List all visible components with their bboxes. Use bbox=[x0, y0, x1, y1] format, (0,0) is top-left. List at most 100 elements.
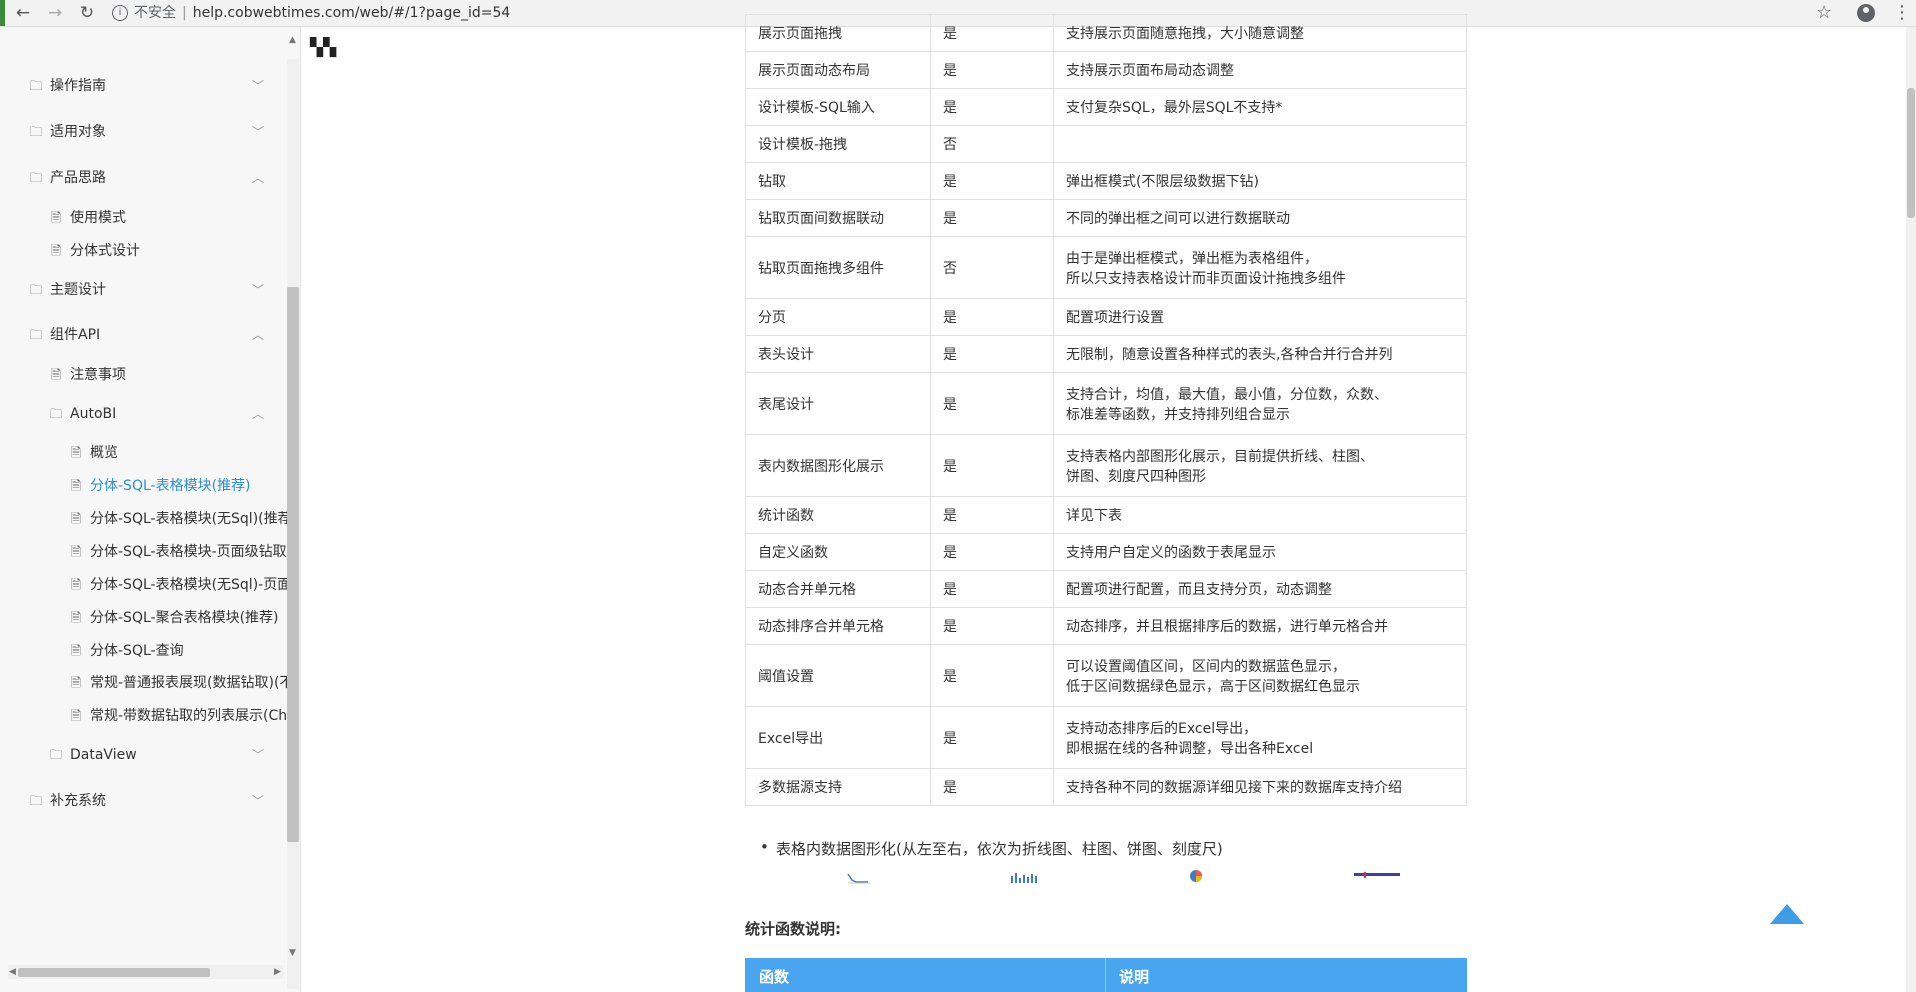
cell-text: 是 bbox=[943, 582, 957, 598]
sidebar-item[interactable]: 🗀 补充系统 bbox=[28, 786, 106, 816]
sidebar-scroll-thumb[interactable] bbox=[287, 287, 299, 842]
table-cell-note bbox=[1053, 125, 1467, 163]
table-cell-feature: 钻取页面间数据联动 bbox=[745, 199, 931, 237]
cell-text: 钻取页面间数据联动 bbox=[758, 211, 884, 227]
sidebar-item[interactable]: 🗀 主题设计 bbox=[28, 275, 106, 305]
cell-text: 展示页面拖拽 bbox=[758, 26, 842, 42]
table-cell-feature: 分页 bbox=[745, 298, 931, 336]
page-scroll-thumb[interactable] bbox=[1907, 88, 1915, 218]
chevron-down-icon[interactable]: ﹀ bbox=[252, 71, 264, 101]
url-text[interactable]: help.cobwebtimes.com/web/#/1?page_id=54 bbox=[193, 5, 511, 21]
sidebar-item-label: 产品思路 bbox=[50, 170, 106, 186]
sidebar-item[interactable]: 🗀 组件API bbox=[28, 320, 100, 350]
chevron-down-icon[interactable]: ﹀ bbox=[252, 786, 264, 816]
folder-icon: 🗀 bbox=[49, 748, 63, 763]
sidebar-item[interactable]: 🗎 分体-SQL-查询 bbox=[68, 636, 184, 666]
sidebar-item[interactable]: 🗎 分体-SQL-表格模块(无Sql)-页面 bbox=[68, 570, 291, 600]
sidebar-item-label: 概览 bbox=[90, 445, 118, 461]
chevron-up-icon[interactable]: ︿ bbox=[252, 163, 264, 193]
table-row: 钻取页面拖拽多组件 否 由于是弹出框模式，弹出框为表格组件， 所以只支持表格设计而非页… bbox=[745, 236, 1467, 299]
cell-text-line2: 低于区间数据绿色显示，高于区间数据红色显示 bbox=[1066, 678, 1360, 695]
table-row: 设计模板-拖拽 否 bbox=[745, 125, 1467, 163]
feature-table: 展示页面拖拽是支持展示页面随意拖拽，大小随意调整 展示页面动态布局是支持展示页面布… bbox=[745, 14, 1467, 806]
account-icon[interactable] bbox=[1857, 4, 1875, 22]
sidebar-item[interactable]: 🗎 分体-SQL-表格模块-页面级钻取 bbox=[68, 537, 287, 567]
reload-icon[interactable]: ↻ bbox=[76, 2, 98, 24]
table-cell-supported: 是 bbox=[930, 607, 1054, 645]
chevron-down-icon[interactable]: ﹀ bbox=[252, 117, 264, 147]
sidebar-item[interactable]: 🗎 分体-SQL-表格模块(推荐) bbox=[68, 471, 251, 501]
sidebar-item[interactable]: 🗀 操作指南 bbox=[28, 71, 106, 101]
table-cell-feature: 统计函数 bbox=[745, 496, 931, 534]
table-row: 设计模板-SQL输入 是 支付复杂SQL，最外层SQL不支持* bbox=[745, 88, 1467, 126]
sidebar-item[interactable]: 🗎 使用模式 bbox=[48, 203, 126, 233]
browser-menu-icon[interactable]: ⋮ bbox=[1893, 2, 1911, 24]
chevron-down-icon[interactable]: ﹀ bbox=[252, 275, 264, 305]
cell-text: 否 bbox=[943, 260, 957, 277]
sidebar-item[interactable]: 🗀 DataView bbox=[48, 740, 136, 770]
table-cell-note: 支持用户自定义的函数于表尾显示 bbox=[1053, 533, 1467, 571]
back-icon[interactable]: ← bbox=[12, 2, 34, 24]
document-icon: 🗎 bbox=[70, 676, 82, 691]
forward-icon[interactable]: → bbox=[44, 2, 66, 24]
address-bar[interactable]: i 不安全 | help.cobwebtimes.com/web/#/1?page_i… bbox=[112, 2, 510, 24]
catalog-toggle-grid-icon[interactable]: ▚▚ bbox=[310, 38, 336, 58]
cell-text: 可以设置阈值区间，区间内的数据蓝色显示， bbox=[1066, 658, 1346, 675]
sidebar-item[interactable]: 🗎 常规-普通报表展现(数据钻取)(不 bbox=[68, 668, 294, 698]
sidebar-item-label: 补充系统 bbox=[50, 793, 106, 809]
table-cell-note: 配置项进行配置，而且支持分页，动态调整 bbox=[1053, 570, 1467, 608]
chart-types-bullet: 表格内数据图形化(从左至右，依次为折线图、柱图、饼图、刻度尺) bbox=[760, 838, 1223, 859]
chevron-down-icon[interactable]: ﹀ bbox=[252, 740, 264, 770]
scroll-up-arrow-icon[interactable]: ▲ bbox=[289, 35, 296, 45]
sidebar-item[interactable]: 🗀 产品思路 bbox=[28, 163, 106, 193]
info-icon[interactable]: i bbox=[112, 5, 128, 21]
sidebar-item[interactable]: 🗀 适用对象 bbox=[28, 117, 106, 147]
scroll-down-arrow-icon[interactable]: ▼ bbox=[289, 948, 296, 958]
ruler-chart-thumbnail bbox=[1354, 872, 1400, 878]
document-icon: 🗎 bbox=[50, 211, 62, 226]
sidebar-item[interactable]: 🗎 分体-SQL-聚合表格模块(推荐) bbox=[68, 603, 279, 633]
cell-text: 是 bbox=[943, 619, 957, 635]
table-cell-note: 动态排序，并且根据排序后的数据，进行单元格合并 bbox=[1053, 607, 1467, 645]
document-icon: 🗎 bbox=[70, 446, 82, 461]
back-to-top-icon[interactable] bbox=[1770, 904, 1804, 924]
folder-icon: 🗀 bbox=[29, 79, 43, 94]
table-cell-note: 由于是弹出框模式，弹出框为表格组件， 所以只支持表格设计而非页面设计拖拽多组件 bbox=[1053, 236, 1467, 299]
sidebar-item-label: 注意事项 bbox=[70, 367, 126, 383]
cell-text: 否 bbox=[943, 137, 957, 153]
chevron-up-icon[interactable]: ︿ bbox=[252, 320, 264, 350]
document-icon: 🗎 bbox=[70, 545, 82, 560]
sidebar-item-label: 常规-普通报表展现(数据钻取)(不 bbox=[90, 675, 294, 691]
sidebar-item[interactable]: 🗎 注意事项 bbox=[48, 360, 126, 390]
stats-col-desc: 说明 bbox=[1119, 968, 1150, 986]
bar-chart-thumbnail bbox=[1011, 873, 1037, 883]
sidebar-item[interactable]: 🗎 分体式设计 bbox=[48, 236, 140, 266]
cell-text: 支持展示页面随意拖拽，大小随意调整 bbox=[1066, 26, 1304, 42]
table-cell-feature: 表内数据图形化展示 bbox=[745, 434, 931, 497]
cell-text: 设计模板-拖拽 bbox=[758, 137, 848, 153]
insecure-label: 不安全 bbox=[134, 5, 176, 21]
table-cell-supported: 是 bbox=[930, 162, 1054, 200]
table-cell-feature: 表尾设计 bbox=[745, 372, 931, 435]
sidebar-item[interactable]: 🗎 常规-带数据钻取的列表展示(Ch bbox=[68, 701, 287, 731]
sidebar-item[interactable]: 🗎 概览 bbox=[68, 438, 118, 468]
sidebar-hscroll-thumb[interactable] bbox=[18, 968, 210, 977]
table-cell-supported: 是 bbox=[930, 88, 1054, 126]
table-cell-note: 配置项进行设置 bbox=[1053, 298, 1467, 336]
table-cell-feature: 展示页面动态布局 bbox=[745, 51, 931, 89]
sidebar-item-label: 组件API bbox=[50, 327, 101, 343]
scroll-right-arrow-icon[interactable]: ▶ bbox=[274, 967, 281, 977]
bookmark-star-icon[interactable]: ☆ bbox=[1816, 2, 1832, 24]
chevron-up-icon[interactable]: ︿ bbox=[252, 399, 264, 429]
table-cell-feature: 钻取页面拖拽多组件 bbox=[745, 236, 931, 299]
table-cell-note: 支持动态排序后的Excel导出， 即根据在线的各种调整，导出各种Excel bbox=[1053, 706, 1467, 769]
document-icon: 🗎 bbox=[70, 709, 82, 724]
table-cell-note: 弹出框模式(不限层级数据下钻) bbox=[1053, 162, 1467, 200]
sidebar-item[interactable]: 🗀 AutoBI bbox=[48, 399, 116, 429]
table-row: 钻取 是 弹出框模式(不限层级数据下钻) bbox=[745, 162, 1467, 200]
cell-text: 是 bbox=[943, 174, 957, 190]
scroll-left-arrow-icon[interactable]: ◀ bbox=[9, 967, 16, 977]
cell-text: 设计模板-SQL输入 bbox=[758, 100, 875, 116]
table-cell-note: 支持各种不同的数据源详细见接下来的数据库支持介绍 bbox=[1053, 768, 1467, 806]
sidebar-item[interactable]: 🗎 分体-SQL-表格模块(无Sql)(推荐 bbox=[68, 504, 292, 534]
